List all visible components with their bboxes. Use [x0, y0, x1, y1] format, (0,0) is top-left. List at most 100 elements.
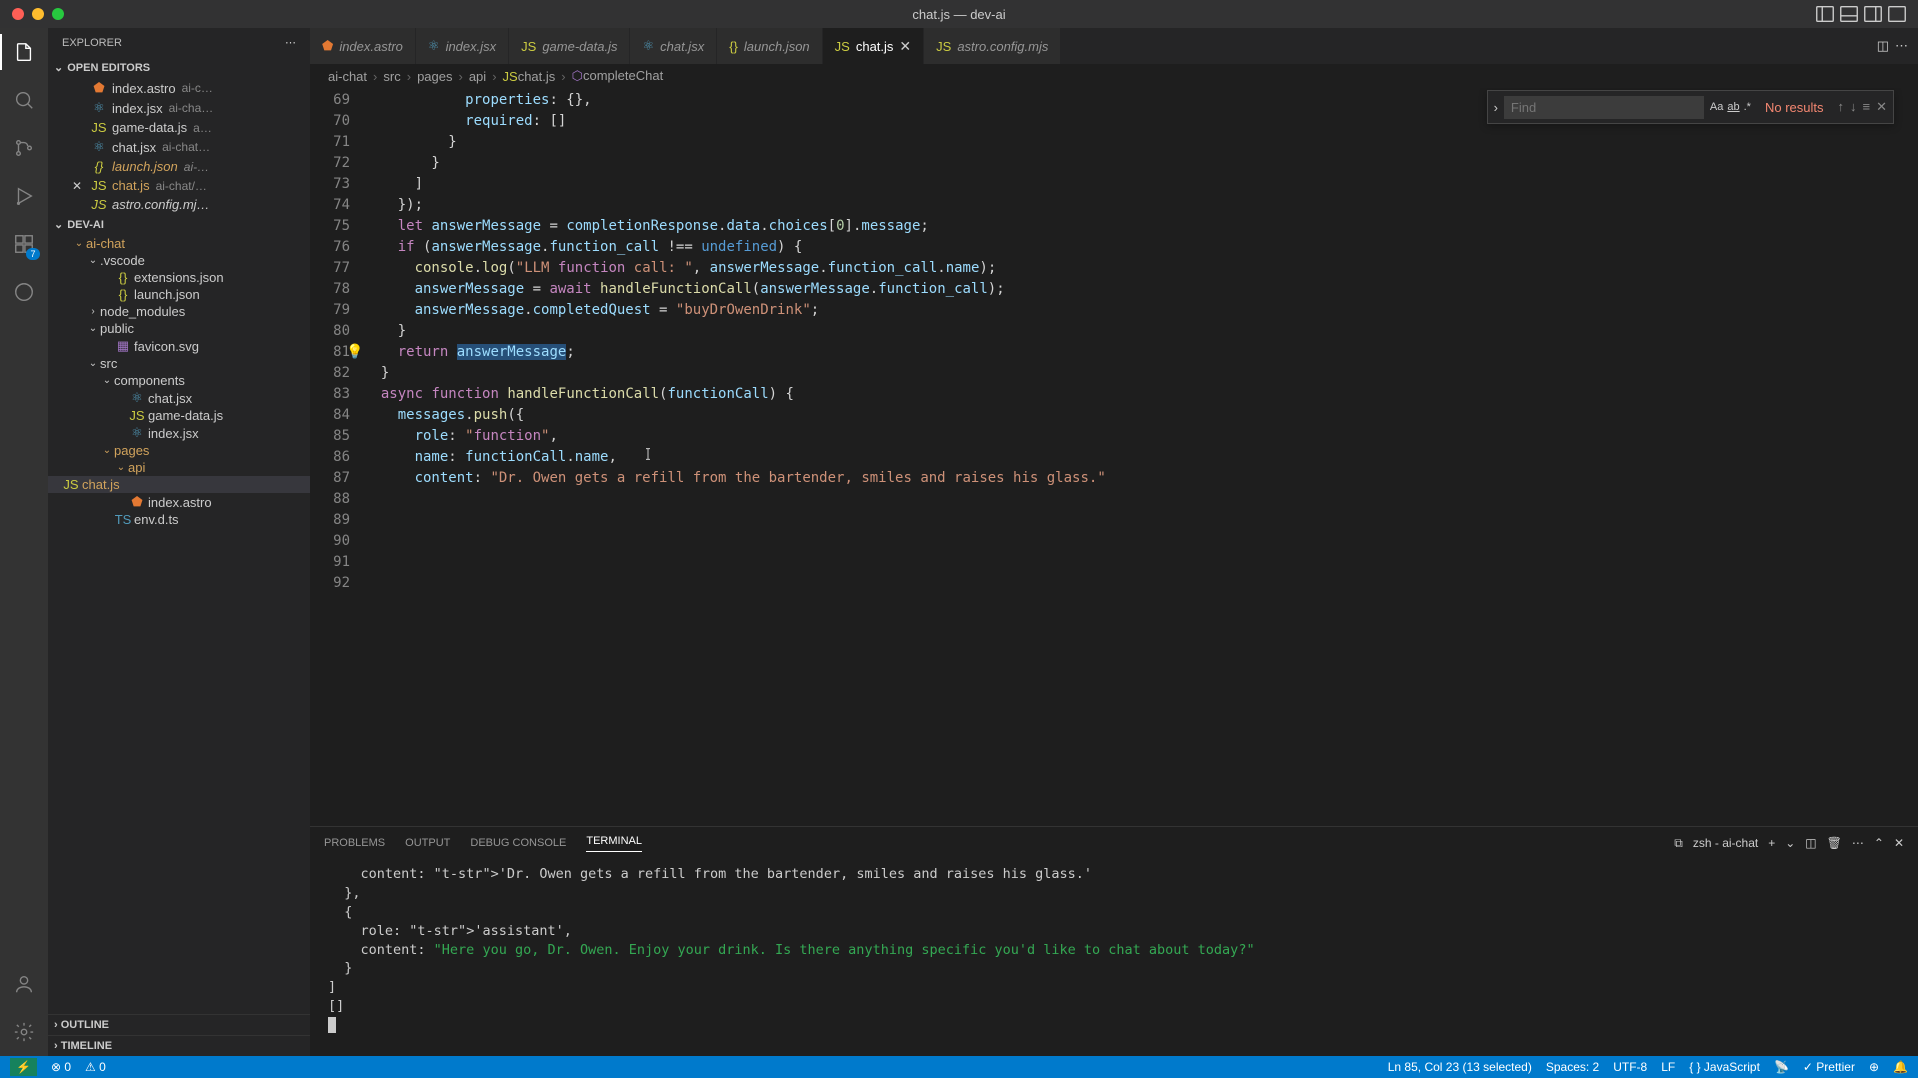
tree-item[interactable]: ⌄components [48, 372, 310, 389]
layout-full-icon[interactable] [1886, 3, 1908, 25]
editor-tab[interactable]: {}launch.json [717, 28, 822, 64]
tree-item[interactable]: JSchat.js [48, 476, 310, 493]
terminal-split-icon[interactable]: ◫ [1805, 836, 1816, 850]
tree-item[interactable]: TSenv.d.ts [48, 511, 310, 528]
panel-tab-output[interactable]: OUTPUT [405, 837, 450, 849]
tree-item[interactable]: ⌄src [48, 355, 310, 372]
status-cursor[interactable]: Ln 85, Col 23 (13 selected) [1388, 1060, 1532, 1074]
explorer-icon[interactable] [10, 38, 38, 66]
edge-tools-icon[interactable] [10, 278, 38, 306]
editor-tab[interactable]: JSastro.config.mjs [924, 28, 1061, 64]
breadcrumb-item[interactable]: pages [417, 69, 452, 84]
editor-tab[interactable]: ⬟index.astro [310, 28, 416, 64]
editor-tab[interactable]: JSgame-data.js [509, 28, 630, 64]
find-close-icon[interactable]: ✕ [1876, 99, 1887, 115]
settings-gear-icon[interactable] [10, 1018, 38, 1046]
editor-tab[interactable]: ⚛chat.jsx [630, 28, 717, 64]
status-encoding[interactable]: UTF-8 [1613, 1060, 1647, 1074]
terminal-close-icon[interactable]: ✕ [1894, 836, 1904, 850]
breadcrumb-item[interactable]: ⬡completeChat [572, 68, 664, 84]
tree-item[interactable]: ⚛index.jsx [48, 424, 310, 442]
open-editor-item[interactable]: ⬟index.astroai-c… [48, 78, 310, 98]
panel-tab-problems[interactable]: PROBLEMS [324, 837, 385, 849]
status-feedback-icon[interactable]: ⊕ [1869, 1060, 1879, 1074]
tree-item[interactable]: ⌄.vscode [48, 252, 310, 269]
panel-tab-terminal[interactable]: TERMINAL [586, 835, 642, 852]
split-editor-icon[interactable]: ◫ [1877, 38, 1889, 54]
status-lang[interactable]: { } JavaScript [1689, 1060, 1760, 1074]
tree-item[interactable]: ⌄ai-chat [48, 235, 310, 252]
terminal-shell-name[interactable]: zsh - ai-chat [1693, 836, 1758, 850]
regex-icon[interactable]: .* [1744, 101, 1751, 113]
maximize-window-icon[interactable] [52, 8, 64, 20]
remote-icon[interactable]: ⚡ [10, 1058, 37, 1076]
match-case-icon[interactable]: Aa [1710, 101, 1723, 113]
source-control-icon[interactable] [10, 134, 38, 162]
lightbulb-icon[interactable]: 💡 [346, 342, 363, 363]
tree-item[interactable]: ⚛chat.jsx [48, 389, 310, 407]
status-errors[interactable]: ⊗ 0 [51, 1060, 71, 1074]
close-editor-icon[interactable]: ✕ [72, 179, 86, 193]
status-warnings[interactable]: ⚠ 0 [85, 1060, 106, 1074]
panel-tab-debug[interactable]: DEBUG CONSOLE [470, 837, 566, 849]
tree-item[interactable]: ›node_modules [48, 303, 310, 320]
layout-panel-icon[interactable] [1838, 3, 1860, 25]
status-go-live-icon[interactable]: 📡 [1774, 1060, 1789, 1074]
tab-close-icon[interactable]: ✕ [899, 38, 911, 55]
status-prettier[interactable]: ✓ Prettier [1803, 1060, 1855, 1074]
sidebar-more-icon[interactable]: ⋯ [285, 36, 296, 49]
tree-item[interactable]: ⬟index.astro [48, 493, 310, 511]
find-input[interactable] [1504, 96, 1704, 119]
code-editor[interactable]: properties: {}, required: [] } } ] }); l… [364, 88, 1918, 826]
status-bell-icon[interactable]: 🔔 [1893, 1060, 1908, 1074]
find-next-icon[interactable]: ↓ [1850, 99, 1857, 115]
breadcrumb-item[interactable]: src [383, 69, 400, 84]
tree-item[interactable]: {}extensions.json [48, 269, 310, 286]
status-eol[interactable]: LF [1661, 1060, 1675, 1074]
minimize-window-icon[interactable] [32, 8, 44, 20]
terminal-new-icon[interactable]: + [1768, 836, 1775, 850]
tree-item[interactable]: ▦favicon.svg [48, 337, 310, 355]
tree-item[interactable]: ⌄pages [48, 442, 310, 459]
terminal-kill-icon[interactable]: 🗑 [1827, 836, 1842, 850]
layout-sidebar-right-icon[interactable] [1862, 3, 1884, 25]
open-editor-item[interactable]: ✕JSchat.jsai-chat/… [48, 176, 310, 195]
terminal-more-icon[interactable]: ⋯ [1852, 836, 1864, 850]
terminal-output[interactable]: content: "t-str">'Dr. Owen gets a refill… [310, 859, 1918, 1056]
tree-item[interactable]: ⌄api [48, 459, 310, 476]
editor-tab[interactable]: ⚛index.jsx [416, 28, 509, 64]
terminal-shell-icon[interactable]: ⧉ [1674, 836, 1683, 851]
breadcrumb[interactable]: ai-chat›src›pages›api›JSchat.js›⬡complet… [310, 64, 1918, 88]
extensions-icon[interactable]: 7 [10, 230, 38, 258]
search-icon[interactable] [10, 86, 38, 114]
breadcrumb-item[interactable]: ai-chat [328, 69, 367, 84]
find-expand-icon[interactable]: › [1488, 100, 1504, 115]
find-selection-icon[interactable]: ≡ [1863, 99, 1871, 115]
terminal-maximize-icon[interactable]: ⌃ [1874, 836, 1884, 850]
open-editor-item[interactable]: ⚛index.jsxai-cha… [48, 98, 310, 118]
open-editor-item[interactable]: JSgame-data.jsa… [48, 118, 310, 137]
close-window-icon[interactable] [12, 8, 24, 20]
terminal-dropdown-icon[interactable]: ⌄ [1785, 836, 1795, 850]
find-prev-icon[interactable]: ↑ [1838, 99, 1845, 115]
open-editor-item[interactable]: ⚛chat.jsxai-chat… [48, 137, 310, 157]
outline-section[interactable]: › OUTLINE [48, 1014, 310, 1035]
match-word-icon[interactable]: ab [1727, 101, 1739, 113]
project-section[interactable]: ⌄DEV-AI [48, 214, 310, 235]
editor-tab[interactable]: JSchat.js✕ [823, 28, 924, 64]
tree-item-name: index.jsx [148, 426, 199, 441]
breadcrumb-item[interactable]: api [469, 69, 486, 84]
breadcrumb-item[interactable]: JSchat.js [503, 69, 556, 84]
status-spaces[interactable]: Spaces: 2 [1546, 1060, 1599, 1074]
tree-item[interactable]: {}launch.json [48, 286, 310, 303]
tab-more-icon[interactable]: ⋯ [1895, 38, 1908, 54]
layout-sidebar-left-icon[interactable] [1814, 3, 1836, 25]
timeline-section[interactable]: › TIMELINE [48, 1035, 310, 1056]
tree-item[interactable]: JSgame-data.js [48, 407, 310, 424]
open-editors-section[interactable]: ⌄OPEN EDITORS [48, 57, 310, 78]
tree-item[interactable]: ⌄public [48, 320, 310, 337]
run-debug-icon[interactable] [10, 182, 38, 210]
open-editor-item[interactable]: {}launch.jsonai-… [48, 157, 310, 176]
account-icon[interactable] [10, 970, 38, 998]
open-editor-item[interactable]: JSastro.config.mj… [48, 195, 310, 214]
